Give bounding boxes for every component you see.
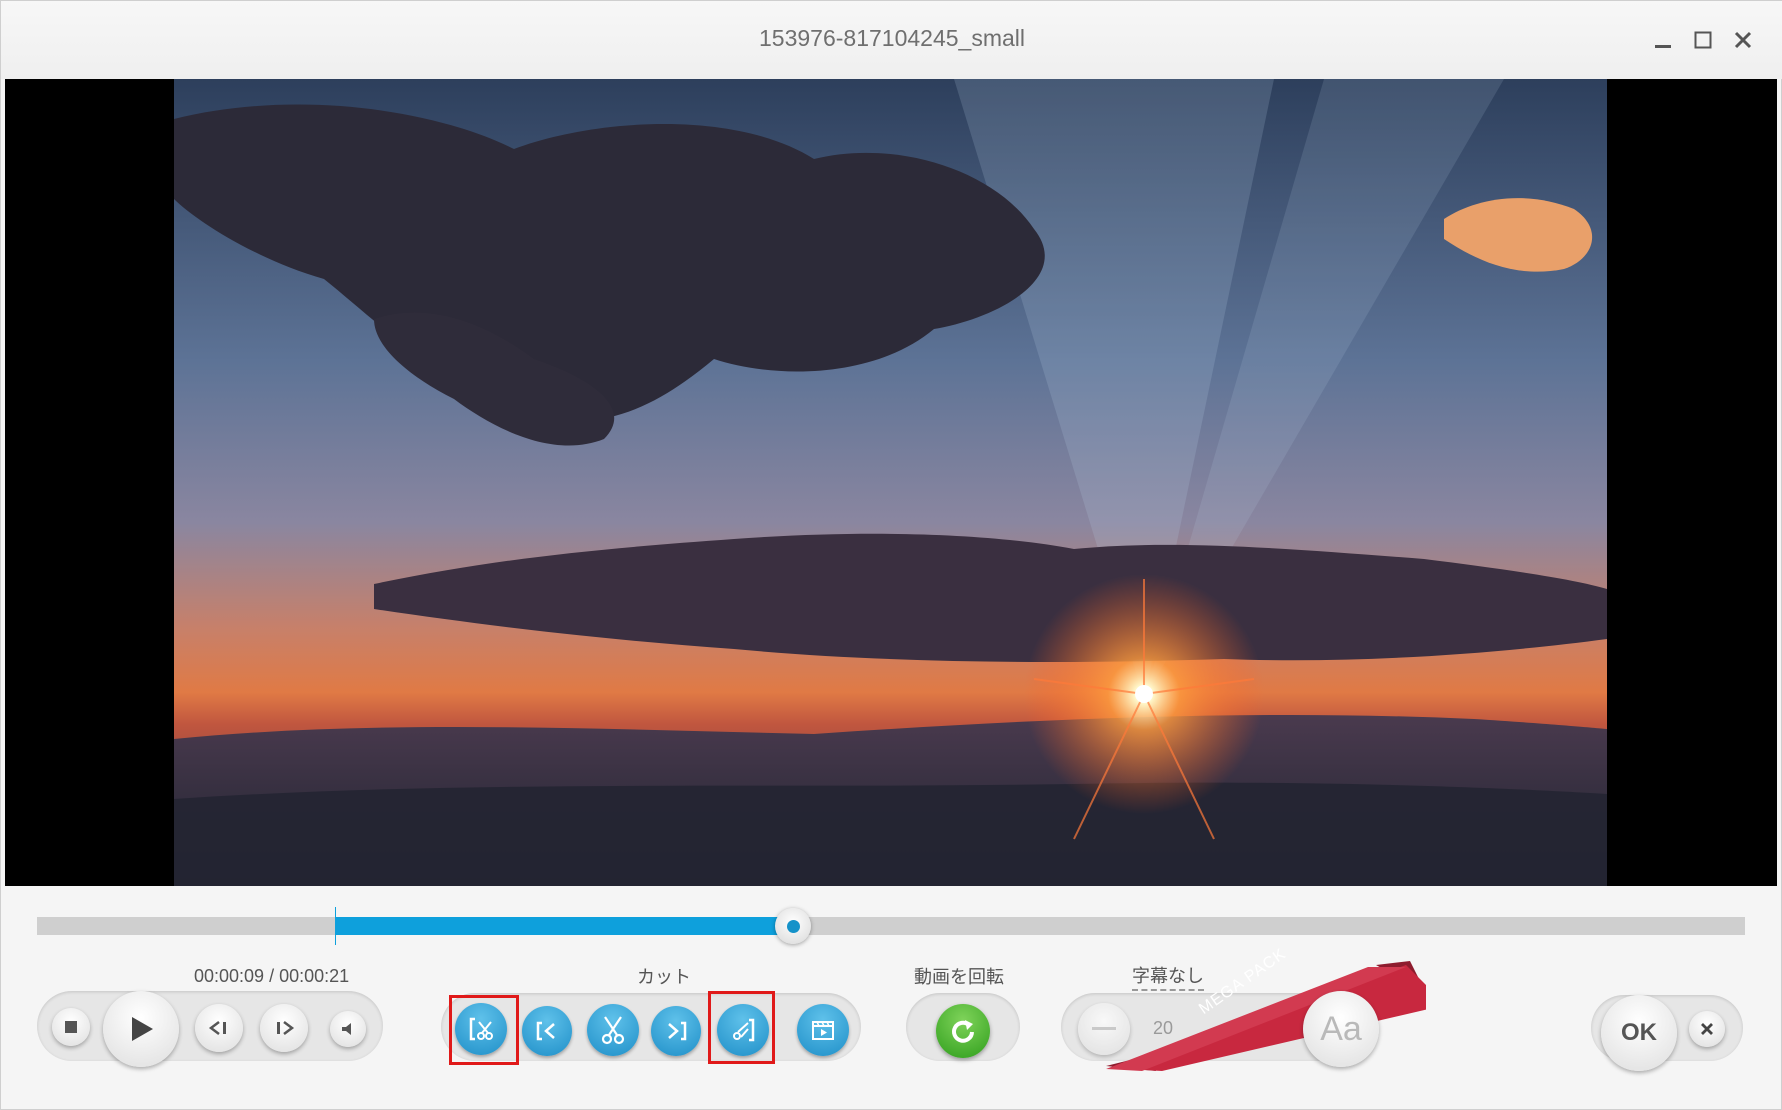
cut-button[interactable] (587, 1004, 639, 1056)
set-start-marker-button[interactable] (522, 1006, 572, 1056)
next-frame-button[interactable] (260, 1004, 308, 1052)
close-icon (1734, 31, 1752, 49)
speaker-icon (342, 1023, 351, 1035)
minimize-button[interactable] (1646, 23, 1680, 57)
set-end-marker-button[interactable] (651, 1006, 701, 1056)
highlight-box-cut-end (708, 991, 775, 1064)
cancel-button[interactable] (1689, 1011, 1725, 1047)
timeline-slider[interactable] (37, 907, 1745, 945)
time-display: 00:00:09 / 00:00:21 (194, 966, 350, 986)
timeline-selected-range (335, 917, 794, 935)
subtitle-font-button[interactable]: Aa (1303, 991, 1379, 1067)
close-button[interactable] (1726, 23, 1760, 57)
split-clips-button[interactable] (797, 1004, 849, 1056)
play-button[interactable] (103, 991, 179, 1067)
rotate-button[interactable] (936, 1004, 990, 1058)
previous-frame-button[interactable] (195, 1004, 243, 1052)
ok-label: OK (1621, 1019, 1657, 1046)
selection-start-marker[interactable] (335, 907, 337, 945)
video-frame (174, 79, 1607, 886)
rotate-section-label: 動画を回転 (914, 967, 1004, 987)
minimize-icon (1655, 45, 1671, 48)
volume-button[interactable] (330, 1011, 366, 1047)
cut-section-label: カット (637, 967, 691, 987)
scissors-icon (601, 1016, 625, 1045)
video-preview[interactable] (5, 79, 1777, 886)
ok-button[interactable]: OK (1601, 995, 1677, 1071)
highlight-box-cut-start (449, 995, 519, 1065)
stop-button[interactable] (52, 1008, 90, 1046)
video-editor-window: 153976-817104245_small 00:00:09 / 00:00:… (0, 0, 1782, 1110)
font-icon: Aa (1320, 1009, 1362, 1048)
playhead-knob[interactable] (775, 908, 812, 944)
play-icon (132, 1017, 153, 1041)
film-clapper-icon (812, 1021, 834, 1040)
maximize-button[interactable] (1686, 23, 1720, 57)
step-back-icon (208, 1021, 226, 1035)
close-icon (1701, 1023, 1713, 1035)
title-bar: 153976-817104245_small (1, 1, 1782, 79)
rotate-clockwise-icon (952, 1020, 974, 1043)
window-title: 153976-817104245_small (759, 25, 1025, 51)
mega-pack-ribbon[interactable] (1106, 961, 1426, 1071)
mark-out-icon (668, 1021, 687, 1041)
mark-in-icon (536, 1021, 555, 1041)
maximize-icon (1694, 31, 1712, 49)
step-forward-icon (277, 1021, 295, 1035)
stop-icon (65, 1021, 77, 1033)
